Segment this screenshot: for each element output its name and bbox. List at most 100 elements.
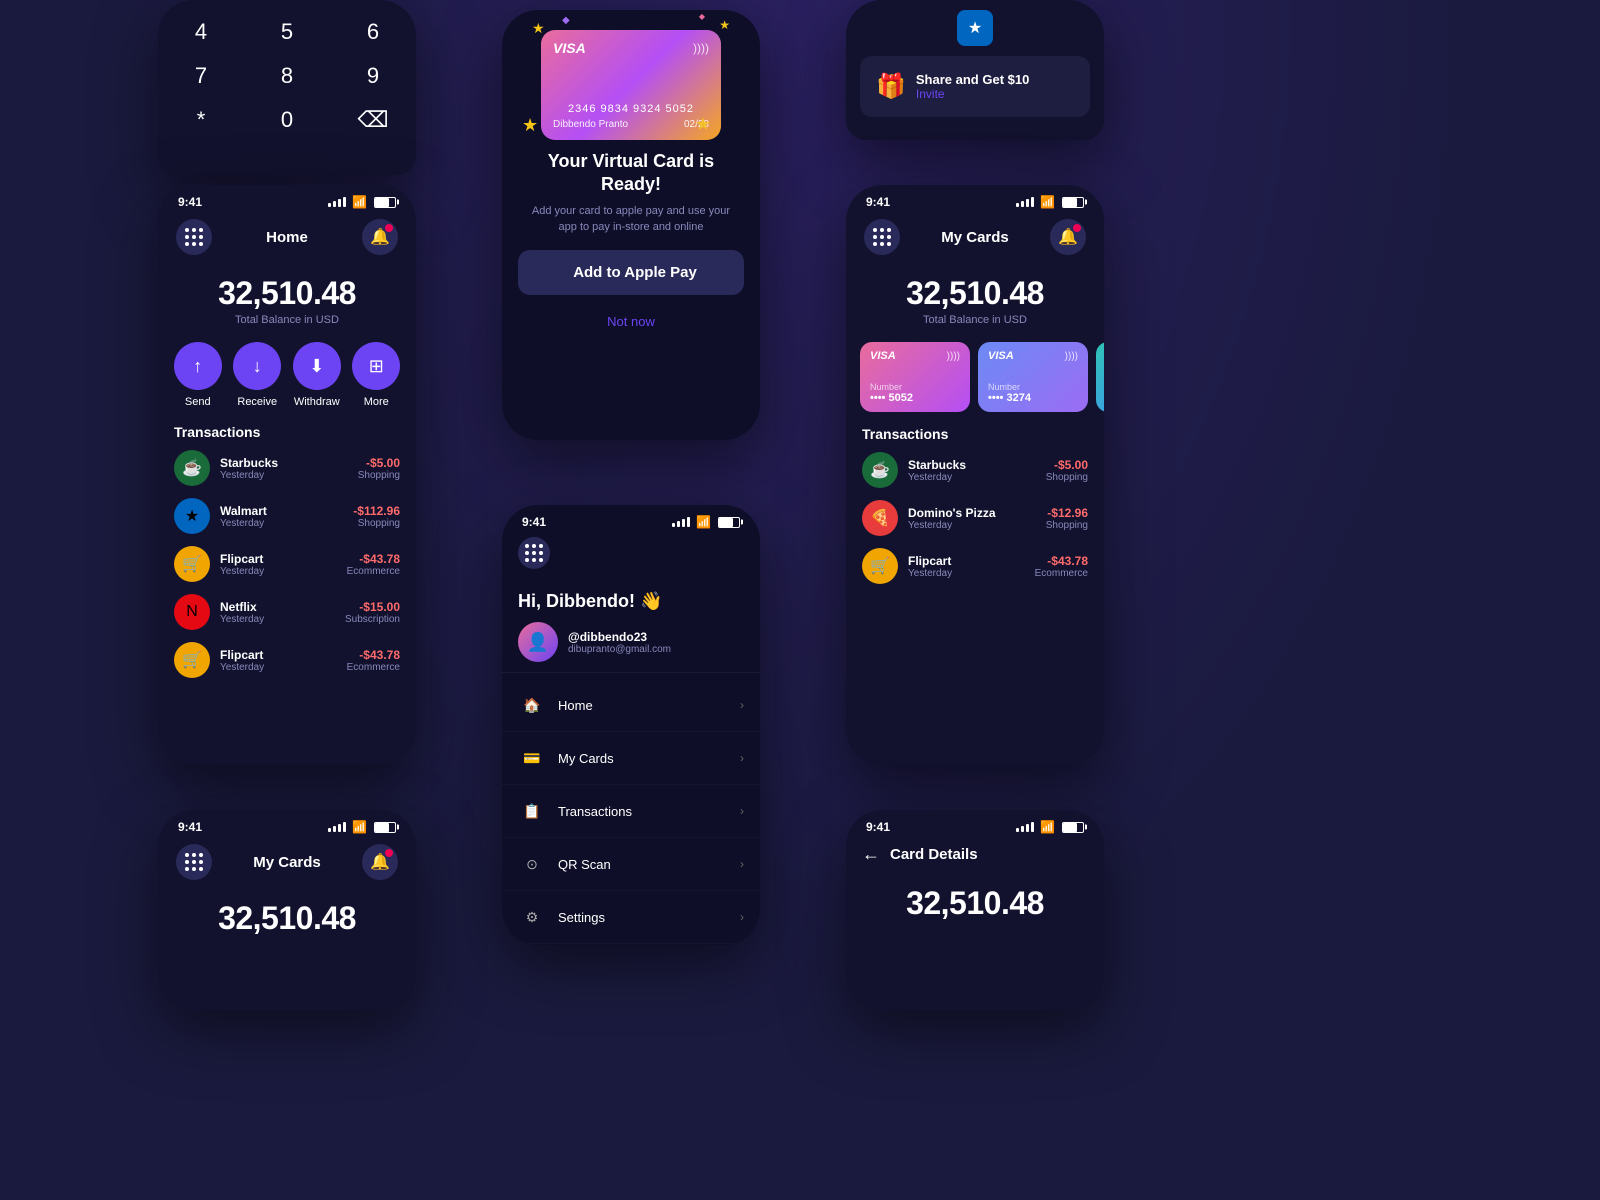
menu-item-label: My Cards [558,751,740,766]
visa-logo: VISA [553,40,586,56]
menu-item-label: Transactions [558,804,740,819]
action-buttons: ↑ Send ↓ Receive ⬇ Withdraw ⊞ More [158,342,416,424]
home-header: Home 🔔 [158,213,416,265]
wifi-3: 📶 [1040,195,1055,209]
mini-card[interactable]: VISA )))) Number •••• 3274 [978,342,1088,412]
share-link[interactable]: Invite [916,87,1029,101]
menu-icon: 🏠 [518,691,546,719]
menu-item-settings[interactable]: ⚙ Settings › [502,891,760,944]
tx-amounts: -$112.96 Shopping [353,504,400,529]
menu-item-label: QR Scan [558,857,740,872]
menu-button[interactable] [176,219,212,255]
tx-info: Domino's Pizza Yesterday [908,506,1046,531]
withdraw-icon: ⬇ [309,356,324,377]
action-btn-send[interactable]: ↑ [174,342,222,390]
transaction-item[interactable]: ☕ Starbucks Yesterday -$5.00 Shopping [862,452,1088,488]
wifi-icon: 📶 [352,195,367,209]
menu-item-transactions[interactable]: 📋 Transactions › [502,785,760,838]
card-last4: •••• 5052 [870,392,960,404]
action-item-more[interactable]: ⊞ More [352,342,400,408]
menu-dots-4[interactable] [518,537,550,569]
notif-btn-3[interactable]: 🔔 [1050,219,1086,255]
notif-btn-5[interactable]: 🔔 [362,844,398,880]
numpad-grid: 456 789 *0⌫ [158,0,416,152]
wifi-4: 📶 [696,515,711,529]
star-3: ★ [522,115,538,136]
badge-5 [385,849,393,857]
menu-item-my-cards[interactable]: 💳 My Cards › [502,732,760,785]
card-details-header: ← Card Details [846,838,1104,875]
transaction-item[interactable]: 🛒 Flipcart Yesterday -$43.78 Ecommerce [862,548,1088,584]
chevron-right-icon: › [740,857,744,871]
card-number-row: Number •••• 3274 [988,382,1078,404]
tx-name: Starbucks [220,456,358,470]
numpad-key[interactable]: 8 [244,54,330,98]
menu-btn-5[interactable] [176,844,212,880]
phone-menu: 9:41 📶 [502,505,760,945]
menu-item-qr-scan[interactable]: ⊙ QR Scan › [502,838,760,891]
numpad-key[interactable]: 5 [244,10,330,54]
tx-amounts: -$5.00 Shopping [1046,458,1088,483]
action-item-receive[interactable]: ↓ Receive [233,342,281,408]
share-box[interactable]: 🎁 Share and Get $10 Invite [860,56,1090,117]
back-button[interactable]: ← [862,844,880,865]
battery-icon [374,197,396,208]
battery-6 [1062,822,1084,833]
numpad-key[interactable]: 6 [330,10,416,54]
tx-info: Flipcart Yesterday [220,552,347,577]
chevron-right-icon: › [740,910,744,924]
phone-virtual-card: ★ ◆ ★ ◆ VISA )))) 2346 9834 9324 5052 Di… [502,10,760,440]
action-btn-receive[interactable]: ↓ [233,342,281,390]
transaction-item[interactable]: 🛒 Flipcart Yesterday -$43.78 Ecommerce [174,546,400,582]
tx-date: Yesterday [908,472,1046,483]
numpad-key[interactable]: 4 [158,10,244,54]
numpad-key[interactable]: * [158,98,244,142]
tx-category: Ecommerce [1035,568,1088,579]
signal-bar-4 [343,197,346,207]
transaction-item[interactable]: 🍕 Domino's Pizza Yesterday -$12.96 Shopp… [862,500,1088,536]
mini-card[interactable]: VISA )))) Number •••• 5052 [860,342,970,412]
action-btn-withdraw[interactable]: ⬇ [293,342,341,390]
tx-icon: N [174,594,210,630]
transaction-item[interactable]: 🛒 Flipcart Yesterday -$43.78 Ecommerce [174,642,400,678]
transaction-item[interactable]: ★ Walmart Yesterday -$112.96 Shopping [174,498,400,534]
transaction-item[interactable]: N Netflix Yesterday -$15.00 Subscription [174,594,400,630]
tx-category: Shopping [353,518,400,529]
tx-name: Starbucks [908,458,1046,472]
share-title: Share and Get $10 [916,72,1029,87]
apple-pay-button[interactable]: Add to Apple Pay [518,250,744,295]
phone-topright: ★ 🎁 Share and Get $10 Invite [846,0,1104,140]
action-btn-more[interactable]: ⊞ [352,342,400,390]
action-item-send[interactable]: ↑ Send [174,342,222,408]
numpad-key[interactable]: 0 [244,98,330,142]
time: 9:41 [178,195,202,209]
tx-icon: ★ [174,498,210,534]
action-item-withdraw[interactable]: ⬇ Withdraw [293,342,341,408]
numpad-key[interactable]: 9 [330,54,416,98]
status-bar-5: 9:41 📶 [158,810,416,838]
menu-btn-3[interactable] [864,219,900,255]
numpad-key[interactable]: 7 [158,54,244,98]
tx-name: Flipcart [220,648,347,662]
notification-badge [385,224,393,232]
balance-6: 32,510.48 [846,875,1104,938]
menu-item-home[interactable]: 🏠 Home › [502,679,760,732]
tx-icon: ☕ [862,452,898,488]
chevron-right-icon: › [740,804,744,818]
numpad-key[interactable]: ⌫ [330,98,416,142]
tx-section-3: Transactions ☕ Starbucks Yesterday -$5.0… [846,426,1104,584]
notification-button[interactable]: 🔔 [362,219,398,255]
contactless: )))) [1065,351,1078,362]
tx-name: Flipcart [908,554,1035,568]
tx-icon: 🍕 [862,500,898,536]
contactless: )))) [947,351,960,362]
tx-category: Ecommerce [347,662,400,673]
wifi-6: 📶 [1040,820,1055,834]
balance-amount-3: 32,510.48 [846,275,1104,312]
status-bar-4: 9:41 📶 [502,505,760,533]
phone-mycards-bottom: 9:41 📶 My Cards [158,810,416,1010]
not-now-button[interactable]: Not now [502,305,760,339]
balance-amount: 32,510.48 [158,275,416,312]
tx-date: Yesterday [908,568,1035,579]
transaction-item[interactable]: ☕ Starbucks Yesterday -$5.00 Shopping [174,450,400,486]
